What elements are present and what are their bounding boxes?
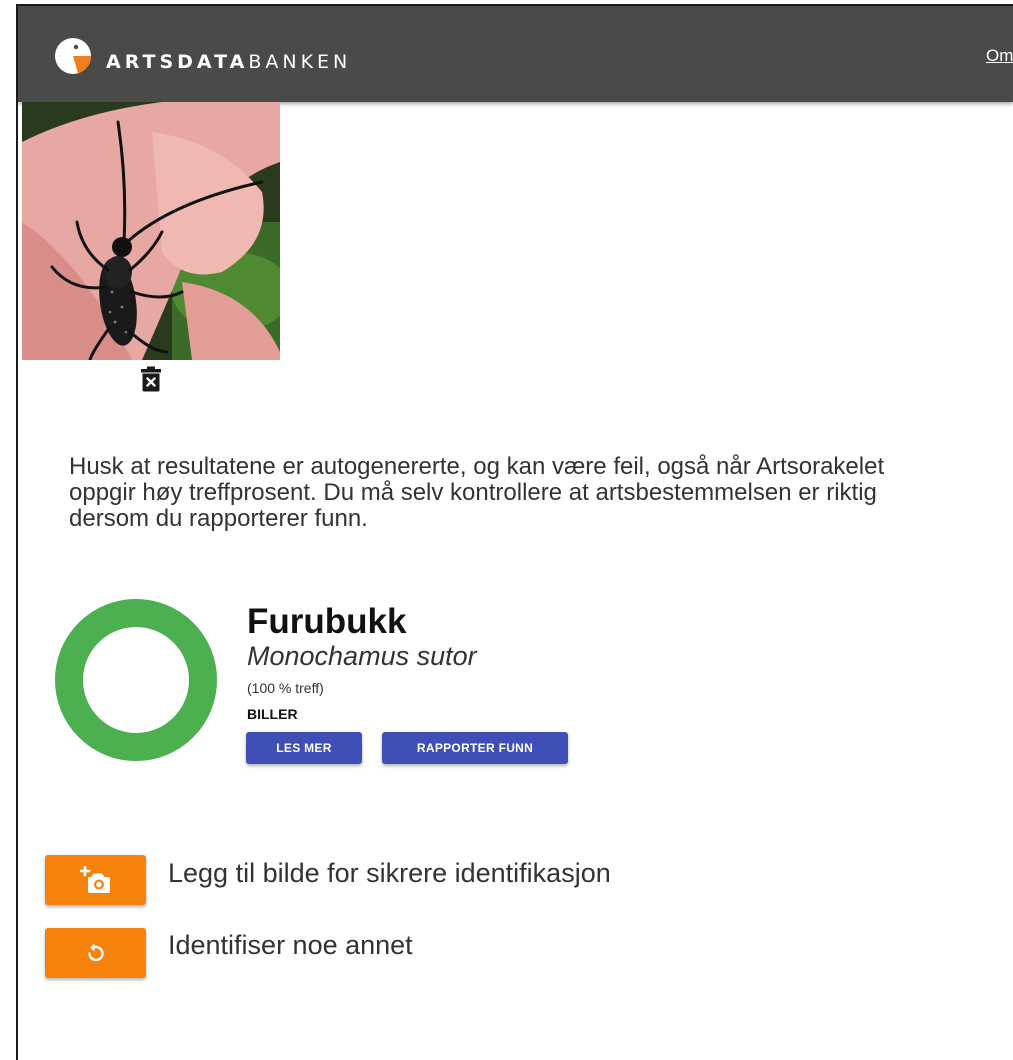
brand-light: BANKEN bbox=[248, 51, 352, 73]
app-frame: ARTSDATABANKEN Om Husk at resultatene er… bbox=[16, 4, 1013, 1060]
match-percentage: (100 % treff) bbox=[247, 680, 324, 696]
species-name: Furubukk bbox=[247, 602, 407, 641]
trash-x-icon bbox=[141, 366, 161, 392]
match-donut-chart bbox=[55, 599, 217, 761]
top-bar: ARTSDATABANKEN Om bbox=[18, 6, 1013, 102]
add-image-label: Legg til bilde for sikrere identifikasjo… bbox=[168, 858, 611, 888]
nav-link-om[interactable]: Om bbox=[986, 46, 1013, 66]
add-photo-icon bbox=[79, 866, 110, 893]
report-finding-button[interactable]: RAPPORTER FUNN bbox=[382, 732, 568, 764]
disclaimer-text: Husk at resultatene er autogenererte, og… bbox=[69, 453, 885, 532]
match-ring-arc bbox=[55, 599, 217, 761]
add-image-button[interactable] bbox=[45, 855, 146, 905]
read-more-button[interactable]: LES MER bbox=[246, 732, 362, 764]
species-group: BILLER bbox=[247, 706, 298, 722]
delete-photo-button[interactable] bbox=[138, 364, 164, 394]
brand-wordmark[interactable]: ARTSDATABANKEN bbox=[106, 51, 351, 73]
brand-bold: ARTSDATA bbox=[106, 51, 249, 73]
refresh-icon bbox=[87, 943, 104, 962]
scientific-name: Monochamus sutor bbox=[247, 641, 477, 671]
artsdatabanken-logo-icon[interactable] bbox=[52, 35, 94, 77]
identify-other-label: Identifiser noe annet bbox=[168, 930, 413, 960]
identify-other-button[interactable] bbox=[45, 928, 146, 978]
uploaded-photo bbox=[22, 102, 280, 360]
